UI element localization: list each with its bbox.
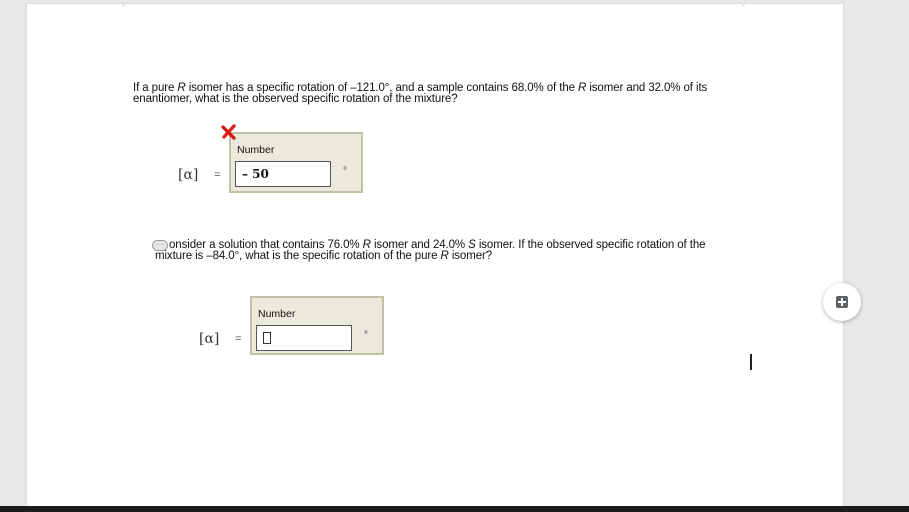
add-comment-button[interactable] (823, 283, 861, 321)
x-mark-icon (221, 124, 236, 140)
degree-unit-2: ° (364, 330, 368, 341)
answer-box-1: Number – 50 ° (229, 132, 363, 193)
answer-input-2[interactable] (256, 325, 352, 351)
alpha-symbol-1: [α] (178, 167, 199, 183)
degree-unit-1: ° (343, 166, 347, 177)
margin-marker-left: ⌄ (121, 2, 127, 8)
equals-sign-2: = (235, 333, 242, 345)
answer-box-2: Number ° (250, 296, 384, 355)
question-1-text: If a pure R isomer has a specific rotati… (133, 82, 708, 105)
margin-marker-right: ⌄ (741, 2, 747, 8)
answer-label-1: Number (237, 144, 275, 156)
answer-label-2: Number (258, 308, 296, 320)
add-comment-icon (836, 296, 848, 308)
input-cursor (263, 332, 271, 344)
text-cursor (750, 354, 752, 370)
bottom-bar (0, 506, 909, 512)
equals-sign-1: = (214, 169, 221, 181)
question-2-text: onsider a solution that contains 76.0% R… (155, 239, 706, 262)
answer-input-1[interactable]: – 50 (235, 161, 331, 187)
alpha-symbol-2: [α] (199, 331, 220, 347)
